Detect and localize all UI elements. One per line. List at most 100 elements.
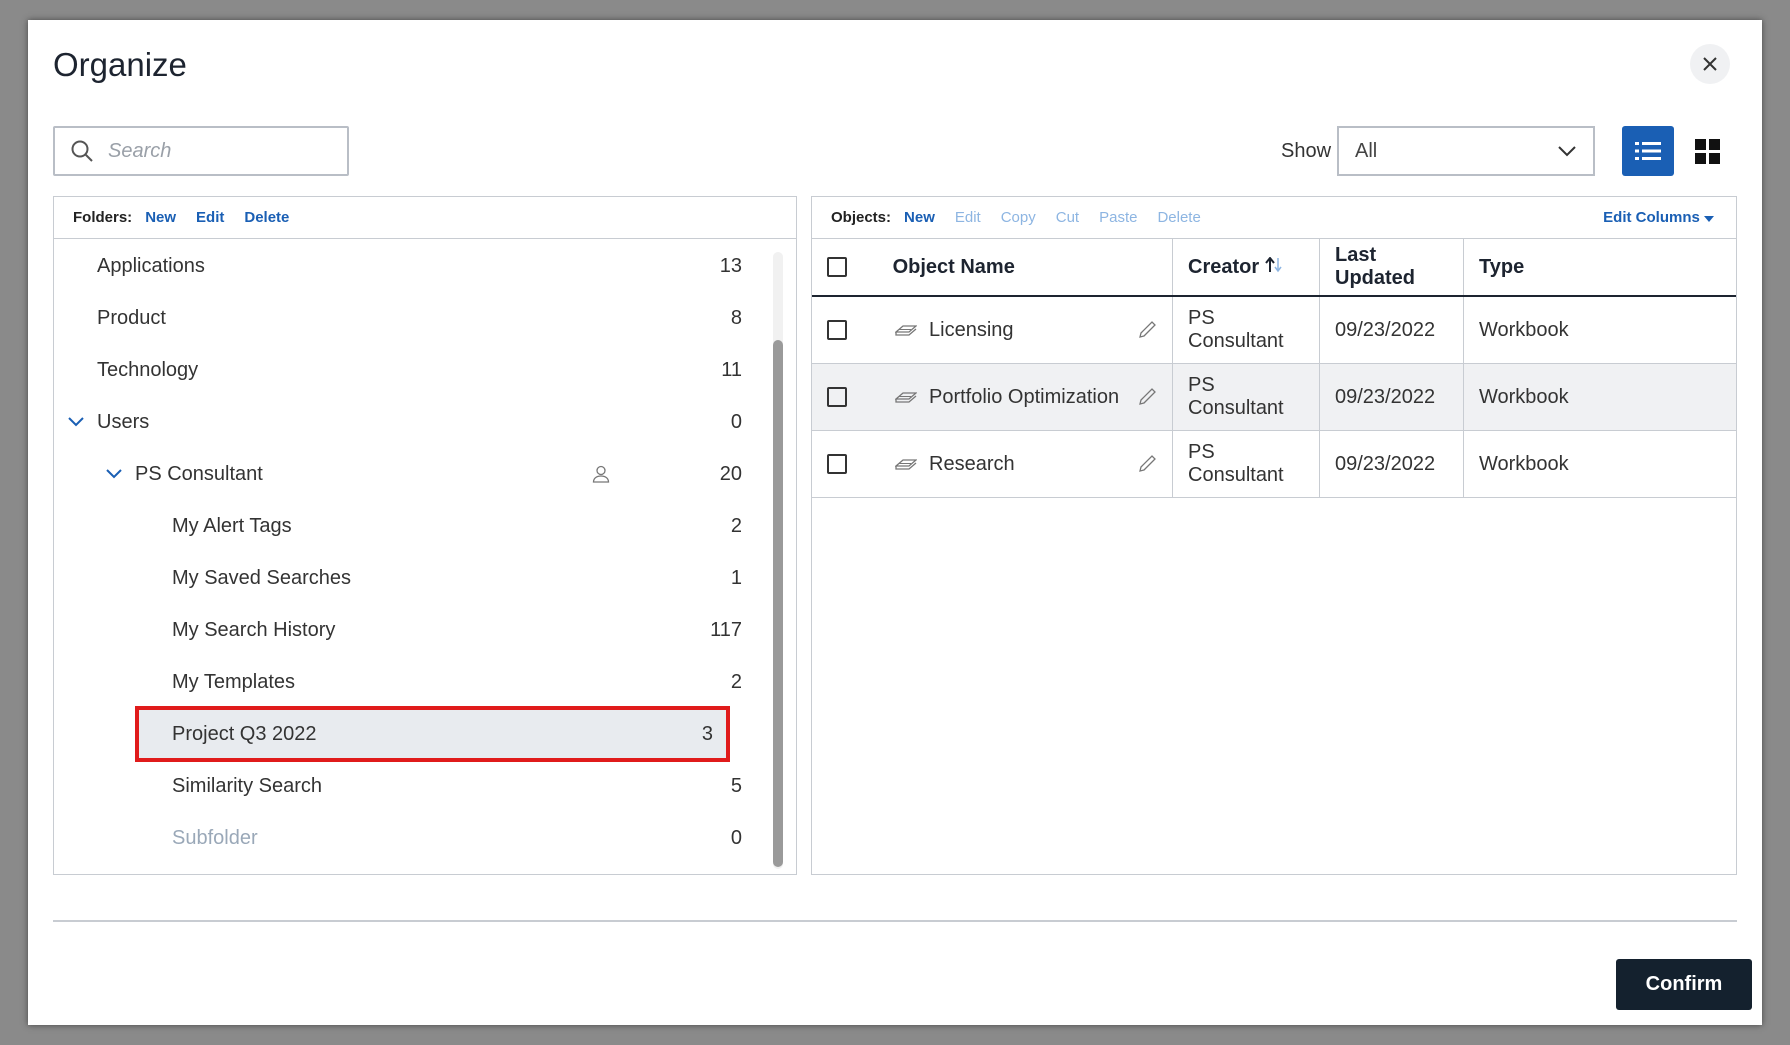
objects-panel: Objects: New Edit Copy Cut Paste Delete …	[811, 196, 1737, 875]
workbook-icon	[895, 325, 917, 336]
objects-table: Object Name Creator Last Updated Type Li…	[812, 239, 1736, 498]
sort-icon[interactable]	[1264, 255, 1283, 273]
show-label: Show	[1281, 140, 1332, 162]
chevron-down-icon[interactable]	[68, 417, 84, 427]
pencil-icon[interactable]	[1137, 320, 1157, 340]
objects-toolbar: Objects: New Edit Copy Cut Paste Delete …	[812, 197, 1736, 239]
show-dropdown-value: All	[1355, 139, 1378, 162]
folder-count: 3	[701, 722, 713, 745]
folder-item[interactable]: My Search History 117	[54, 604, 774, 656]
header-type[interactable]: Type	[1463, 239, 1736, 297]
row-checkbox[interactable]	[827, 387, 847, 407]
folder-item[interactable]: My Alert Tags 2	[54, 500, 774, 552]
folder-item[interactable]: My Templates 2	[54, 656, 774, 708]
edit-columns-button[interactable]: Edit Columns	[1603, 209, 1714, 226]
edit-columns-label: Edit Columns	[1603, 209, 1700, 226]
footer-divider	[53, 920, 1737, 922]
object-creator: PS Consultant	[1172, 363, 1320, 431]
folder-item[interactable]: My Saved Searches 1	[54, 552, 774, 604]
folder-item[interactable]: Product 8	[54, 292, 774, 344]
folder-name: My Templates	[172, 670, 296, 693]
list-icon	[1635, 142, 1661, 160]
folder-edit-button[interactable]: Edit	[196, 209, 224, 226]
scrollbar-thumb[interactable]	[773, 340, 783, 867]
search-input[interactable]	[106, 138, 330, 164]
object-name[interactable]: Portfolio Optimization	[929, 386, 1137, 409]
object-type: Workbook	[1463, 430, 1736, 498]
folder-item[interactable]: Applications 13	[54, 240, 774, 292]
folder-count: 2	[730, 514, 742, 537]
dialog-title: Organize	[53, 46, 187, 83]
header-last-updated[interactable]: Last Updated	[1319, 239, 1464, 297]
folder-name: Users	[97, 410, 150, 433]
object-name[interactable]: Research	[929, 453, 1137, 476]
object-type: Workbook	[1463, 363, 1736, 431]
folder-count: 20	[719, 462, 742, 485]
object-type: Workbook	[1463, 296, 1736, 364]
folder-name: Applications	[97, 254, 205, 277]
header-creator[interactable]: Creator	[1172, 239, 1320, 297]
folder-item-selected[interactable]: Project Q3 2022 3	[135, 706, 730, 762]
object-new-button[interactable]: New	[904, 209, 935, 226]
select-all-checkbox[interactable]	[827, 257, 847, 278]
header-type-label: Type	[1479, 255, 1525, 278]
grid-view-button[interactable]	[1695, 139, 1721, 165]
list-view-button[interactable]	[1622, 126, 1674, 176]
object-delete-button[interactable]: Delete	[1157, 209, 1200, 226]
table-row[interactable]: Research PS Consultant 09/23/2022 Workbo…	[812, 430, 1736, 498]
pencil-icon[interactable]	[1137, 454, 1157, 474]
pencil-icon[interactable]	[1137, 387, 1157, 407]
folder-count: 1	[730, 566, 742, 589]
folder-item[interactable]: Technology 11	[54, 344, 774, 396]
object-creator: PS Consultant	[1172, 296, 1320, 364]
folder-name: Subfolder	[172, 826, 258, 849]
object-name[interactable]: Licensing	[929, 319, 1137, 342]
object-copy-button[interactable]: Copy	[1001, 209, 1036, 226]
search-icon	[71, 140, 93, 162]
folder-item[interactable]: Similarity Search 5	[54, 760, 774, 812]
folder-name: Product	[97, 306, 166, 329]
folder-name: PS Consultant	[135, 462, 263, 485]
folder-item[interactable]: Subfolder 0	[54, 812, 774, 864]
grid-icon	[1695, 139, 1720, 164]
folder-count: 0	[730, 410, 742, 433]
object-cut-button[interactable]: Cut	[1056, 209, 1079, 226]
folder-count: 11	[721, 358, 742, 381]
workbook-icon	[895, 459, 917, 470]
objects-label: Objects:	[831, 209, 892, 226]
folder-new-button[interactable]: New	[145, 209, 176, 226]
table-row[interactable]: Portfolio Optimization PS Consultant 09/…	[812, 363, 1736, 431]
folder-name: My Search History	[172, 618, 336, 641]
chevron-down-icon[interactable]	[106, 469, 122, 479]
folder-name: Similarity Search	[172, 774, 323, 797]
close-button[interactable]	[1690, 44, 1730, 84]
folder-name: Technology	[97, 358, 199, 381]
header-object-name[interactable]: Object Name	[812, 239, 1173, 297]
folder-count: 5	[730, 774, 742, 797]
folder-count: 117	[710, 618, 742, 641]
header-object-name-label: Object Name	[892, 255, 1015, 278]
folder-count: 8	[730, 306, 742, 329]
object-paste-button[interactable]: Paste	[1099, 209, 1137, 226]
object-edit-button[interactable]: Edit	[955, 209, 981, 226]
folder-item[interactable]: Users 0	[54, 396, 774, 448]
confirm-button[interactable]: Confirm	[1616, 959, 1752, 1010]
folder-name: My Alert Tags	[172, 514, 292, 537]
row-checkbox[interactable]	[827, 320, 847, 340]
chevron-down-icon	[1558, 146, 1576, 157]
folder-name: My Saved Searches	[172, 566, 351, 589]
workbook-icon	[895, 392, 917, 403]
table-row[interactable]: Licensing PS Consultant 09/23/2022 Workb…	[812, 296, 1736, 364]
organize-dialog: Organize Show All Folders: New Edit Dele…	[28, 20, 1762, 1025]
show-dropdown[interactable]: All	[1337, 126, 1595, 176]
folder-delete-button[interactable]: Delete	[244, 209, 289, 226]
folder-count: 0	[730, 826, 742, 849]
object-updated: 09/23/2022	[1319, 363, 1464, 431]
folder-item[interactable]: PS Consultant 20	[54, 448, 774, 500]
folders-panel: Folders: New Edit Delete Applications 13…	[53, 196, 797, 875]
search-box[interactable]	[53, 126, 349, 176]
row-checkbox[interactable]	[827, 454, 847, 474]
object-creator: PS Consultant	[1172, 430, 1320, 498]
close-icon	[1703, 57, 1717, 71]
object-updated: 09/23/2022	[1319, 430, 1464, 498]
